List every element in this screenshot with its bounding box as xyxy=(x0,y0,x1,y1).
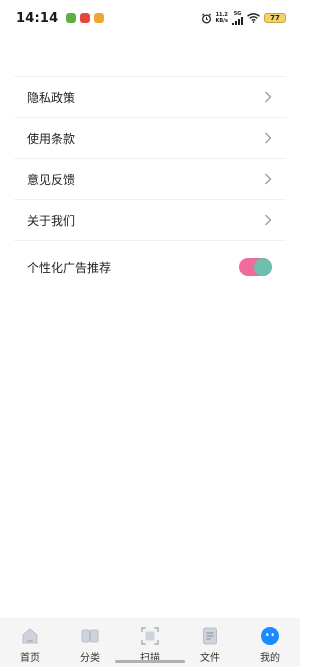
tab-home[interactable]: 首页 xyxy=(5,626,55,664)
network-speed: 11.2 KB/s xyxy=(216,12,229,24)
wifi-icon xyxy=(247,13,260,23)
tab-label: 分类 xyxy=(80,653,100,664)
tab-scan[interactable]: 扫描 xyxy=(125,626,175,664)
terms-of-use-row[interactable]: 使用条款 xyxy=(14,118,286,159)
toggle-knob xyxy=(254,258,272,276)
settings-list: 隐私政策 使用条款 意见反馈 关于我们 个性化广告推荐 xyxy=(14,76,286,293)
signal-icon xyxy=(232,16,243,25)
privacy-policy-row[interactable]: 隐私政策 xyxy=(14,77,286,118)
app-notification-icon xyxy=(66,13,77,23)
chevron-right-icon xyxy=(265,132,272,144)
status-right: 11.2 KB/s 5G 77 xyxy=(201,11,286,25)
scan-icon xyxy=(141,627,159,645)
profile-icon xyxy=(261,627,279,645)
tab-mine[interactable]: 我的 xyxy=(245,626,295,664)
status-bar: 14:14 11.2 KB/s 5G 77 xyxy=(0,0,300,36)
book-icon xyxy=(81,629,99,643)
app-notification-icon xyxy=(94,13,105,23)
battery-indicator: 77 xyxy=(264,13,286,23)
row-label: 使用条款 xyxy=(27,131,76,146)
tab-label: 首页 xyxy=(20,653,40,664)
chevron-right-icon xyxy=(265,173,272,185)
home-indicator[interactable] xyxy=(115,660,185,663)
tab-label: 我的 xyxy=(260,653,280,664)
network-type: 5G xyxy=(232,11,243,25)
network-speed-unit: KB/s xyxy=(215,18,229,24)
row-label: 个性化广告推荐 xyxy=(27,260,112,275)
row-label: 关于我们 xyxy=(27,213,76,228)
chevron-right-icon xyxy=(265,91,272,103)
tab-label: 文件 xyxy=(200,653,220,664)
file-icon xyxy=(203,627,217,645)
feedback-row[interactable]: 意见反馈 xyxy=(14,159,286,200)
tab-files[interactable]: 文件 xyxy=(185,626,235,664)
personalized-ads-row: 个性化广告推荐 xyxy=(14,241,286,293)
personalized-ads-toggle[interactable] xyxy=(239,258,272,276)
alarm-icon xyxy=(201,13,211,23)
home-icon xyxy=(22,628,38,644)
app-notification-icon xyxy=(80,13,91,23)
row-label: 隐私政策 xyxy=(27,90,76,105)
status-left: 14:14 xyxy=(16,10,105,26)
about-us-row[interactable]: 关于我们 xyxy=(14,200,286,241)
row-label: 意见反馈 xyxy=(27,172,76,187)
tab-category[interactable]: 分类 xyxy=(65,626,115,664)
status-time: 14:14 xyxy=(16,10,59,26)
chevron-right-icon xyxy=(265,214,272,226)
